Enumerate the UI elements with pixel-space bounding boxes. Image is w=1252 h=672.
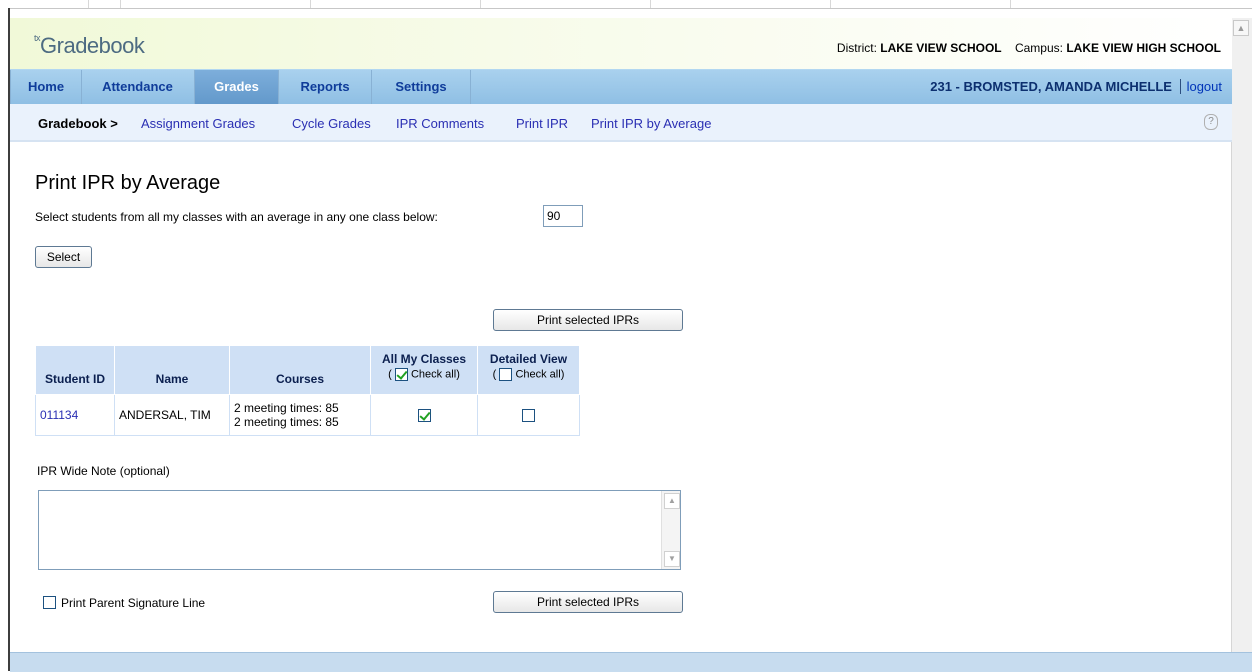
average-threshold-input[interactable] <box>543 205 583 227</box>
app-logo[interactable]: txGradebook <box>34 32 145 59</box>
paren-close: ) <box>560 368 565 381</box>
user-area: 231 - BROMSTED, AMANDA MICHELLE logout <box>930 70 1222 104</box>
campus-value: LAKE VIEW HIGH SCHOOL <box>1066 41 1221 55</box>
nav-home[interactable]: Home <box>10 70 82 104</box>
paren-open: ( <box>492 368 497 381</box>
col-name: Name <box>114 345 230 395</box>
subnav-print-ipr-by-average[interactable]: Print IPR by Average <box>591 116 711 131</box>
students-table: Student ID Name Courses All My Classes (… <box>35 345 580 436</box>
note-scroll-up-icon[interactable]: ▲ <box>664 493 680 509</box>
note-text <box>39 491 680 497</box>
logout-link[interactable]: logout <box>1179 79 1222 94</box>
course-line: 2 meeting times: 85 <box>234 401 339 415</box>
cell-detailed <box>477 394 580 436</box>
detailed-check-all: ( Check all) <box>482 368 575 381</box>
window-left-edge <box>0 8 10 671</box>
paren-open: ( <box>388 368 392 381</box>
col-detailed-view: Detailed View ( Check all) <box>477 345 580 395</box>
subnav-cycle-grades[interactable]: Cycle Grades <box>292 116 371 131</box>
subnav-print-ipr[interactable]: Print IPR <box>516 116 568 131</box>
nav-grades[interactable]: Grades <box>195 70 279 104</box>
col-all-my-classes: All My Classes ( Check all) <box>370 345 478 395</box>
breadcrumb: Gradebook > <box>38 116 118 131</box>
all-classes-check-all-checkbox[interactable] <box>394 368 408 381</box>
main-nav: Home Attendance Grades Reports Settings … <box>10 69 1232 105</box>
all-classes-check-all: ( Check all) <box>375 368 473 381</box>
parent-signature-checkbox[interactable] <box>43 596 56 609</box>
col-detailed-view-label: Detailed View <box>489 352 568 366</box>
print-selected-iprs-button-top[interactable]: Print selected IPRs <box>493 309 683 331</box>
student-id-link[interactable]: 011134 <box>40 408 78 422</box>
note-scrollbar[interactable]: ▲ ▼ <box>661 491 680 569</box>
nav-reports[interactable]: Reports <box>279 70 372 104</box>
help-icon[interactable]: ? <box>1204 114 1218 130</box>
district-campus-info: District: LAKE VIEW SCHOOL Campus: LAKE … <box>837 41 1221 55</box>
cell-all-classes <box>370 394 478 436</box>
course-line: 2 meeting times: 85 <box>234 415 339 429</box>
scroll-up-arrow-icon[interactable]: ▲ <box>1233 20 1249 36</box>
col-student-id-label: Student ID <box>45 372 105 386</box>
row-all-classes-checkbox[interactable] <box>417 409 431 423</box>
user-name: 231 - BROMSTED, AMANDA MICHELLE <box>930 79 1172 94</box>
nav-settings[interactable]: Settings <box>372 70 471 104</box>
cell-courses: 2 meeting times: 85 2 meeting times: 85 <box>229 394 371 436</box>
filter-description: Select students from all my classes with… <box>35 210 438 224</box>
district-value: LAKE VIEW SCHOOL <box>880 41 1002 55</box>
campus-label: Campus: <box>1014 41 1063 55</box>
window-top-strip <box>0 0 1252 9</box>
check-all-label: Check all <box>515 368 561 381</box>
col-courses: Courses <box>229 345 371 395</box>
logo-prefix: tx <box>34 32 41 43</box>
detailed-check-all-checkbox[interactable] <box>499 368 513 381</box>
sub-nav: Gradebook > Assignment Grades Cycle Grad… <box>10 104 1232 142</box>
col-all-my-classes-label: All My Classes <box>381 352 467 366</box>
table-row: 011134 ANDERSAL, TIM 2 meeting times: 85… <box>35 394 580 436</box>
col-student-id: Student ID <box>35 345 115 395</box>
check-all-label: Check all <box>410 368 457 381</box>
nav-attendance[interactable]: Attendance <box>81 70 195 104</box>
row-detailed-checkbox[interactable] <box>522 409 535 423</box>
parent-signature-label: Print Parent Signature Line <box>61 596 206 610</box>
footer-band <box>10 652 1252 672</box>
col-name-label: Name <box>155 372 189 386</box>
logo-text: Gradebook <box>40 33 145 58</box>
note-label: IPR Wide Note (optional) <box>37 464 170 478</box>
subnav-assignment-grades[interactable]: Assignment Grades <box>141 116 255 131</box>
col-courses-label: Courses <box>275 372 325 386</box>
paren-close: ) <box>456 368 460 381</box>
print-selected-iprs-button-bottom[interactable]: Print selected IPRs <box>493 591 683 613</box>
cell-name: ANDERSAL, TIM <box>114 394 230 436</box>
page-title: Print IPR by Average <box>35 172 221 194</box>
ipr-note-textarea[interactable]: ▲ ▼ <box>38 490 681 570</box>
app-header: txGradebook District: LAKE VIEW SCHOOL C… <box>10 18 1232 69</box>
table-header-row: Student ID Name Courses All My Classes (… <box>35 345 580 395</box>
page-scrollbar[interactable] <box>1231 18 1252 655</box>
note-scroll-down-icon[interactable]: ▼ <box>664 551 680 567</box>
district-label: District: <box>836 41 877 55</box>
subnav-ipr-comments[interactable]: IPR Comments <box>396 116 484 131</box>
select-button[interactable]: Select <box>35 246 92 268</box>
cell-student-id: 011134 <box>35 394 115 436</box>
